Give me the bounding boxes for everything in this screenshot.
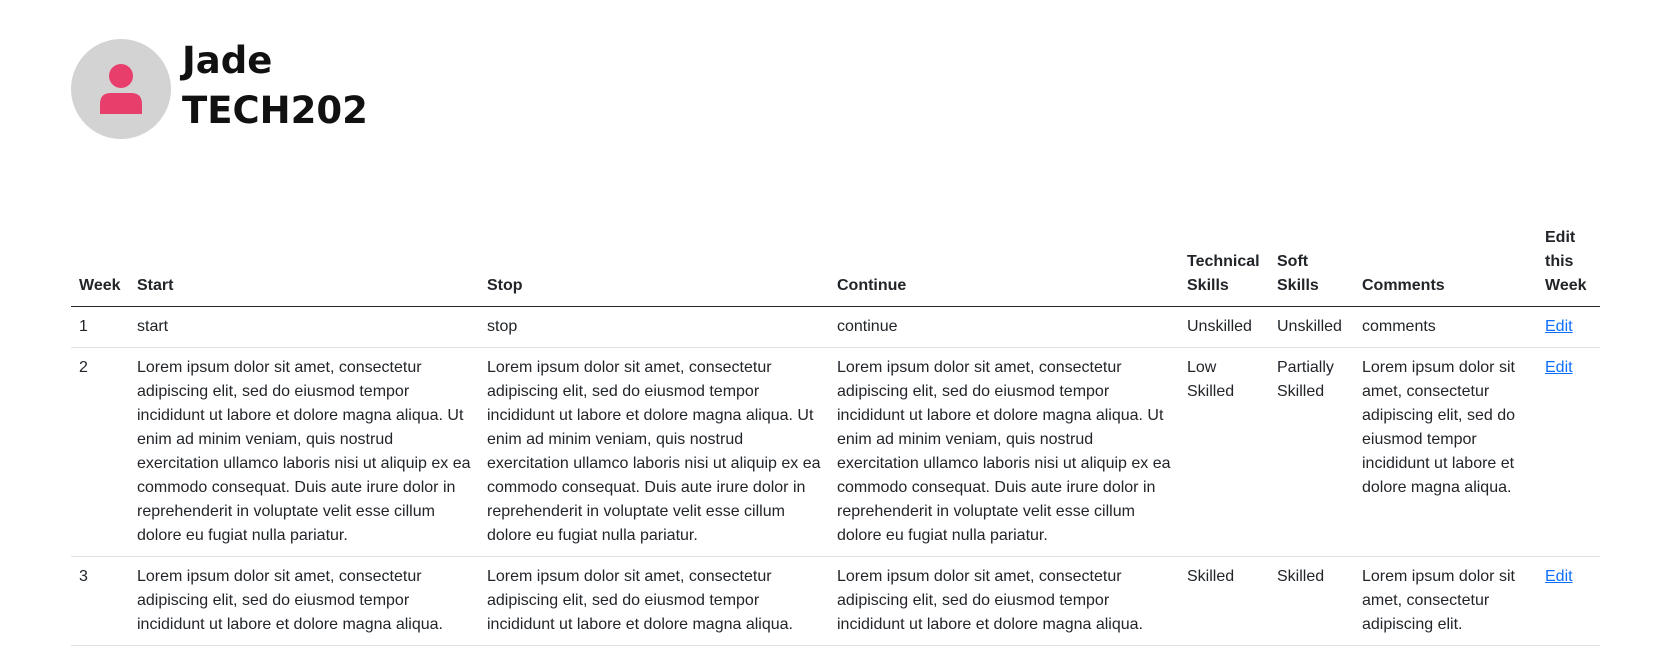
- column-header-technical-skills: Technical Skills: [1179, 226, 1269, 307]
- page: Jade TECH202 Week Start Stop Continue Te…: [0, 0, 1659, 655]
- comments-cell: comments: [1354, 306, 1537, 348]
- start-cell: start: [129, 306, 479, 348]
- edit-week-link[interactable]: Edit: [1545, 318, 1573, 335]
- comments-cell: Lorem ipsum dolor sit amet, consectetur …: [1354, 556, 1537, 646]
- edit-week-link[interactable]: Edit: [1545, 568, 1573, 585]
- soft-skills-cell: Skilled: [1269, 556, 1354, 646]
- continue-cell: Lorem ipsum dolor sit amet, consectetur …: [829, 556, 1179, 646]
- stop-cell: Lorem ipsum dolor sit amet, consectetur …: [479, 556, 829, 646]
- technical-skills-cell: Unskilled: [1179, 306, 1269, 348]
- profile-header: Jade TECH202: [71, 39, 368, 139]
- week-cell: 2: [71, 347, 129, 557]
- avatar: [71, 39, 171, 139]
- weekly-feedback-table: Week Start Stop Continue Technical Skill…: [71, 226, 1600, 646]
- stop-cell: stop: [479, 306, 829, 348]
- weekly-feedback-table-container: Week Start Stop Continue Technical Skill…: [71, 226, 1600, 646]
- edit-cell: Edit: [1537, 347, 1600, 557]
- comments-cell: Lorem ipsum dolor sit amet, consectetur …: [1354, 347, 1537, 557]
- start-cell: Lorem ipsum dolor sit amet, consectetur …: [129, 347, 479, 557]
- user-icon: [100, 64, 142, 114]
- table-row: 2 Lorem ipsum dolor sit amet, consectetu…: [71, 347, 1600, 557]
- table-row: 3 Lorem ipsum dolor sit amet, consectetu…: [71, 556, 1600, 646]
- week-cell: 1: [71, 306, 129, 348]
- column-header-start: Start: [129, 226, 479, 307]
- soft-skills-cell: Unskilled: [1269, 306, 1354, 348]
- continue-cell: Lorem ipsum dolor sit amet, consectetur …: [829, 347, 1179, 557]
- column-header-continue: Continue: [829, 226, 1179, 307]
- profile-text: Jade TECH202: [182, 36, 368, 136]
- student-name: Jade: [182, 39, 273, 82]
- edit-week-link[interactable]: Edit: [1545, 359, 1573, 376]
- soft-skills-cell: Partially Skilled: [1269, 347, 1354, 557]
- header-row: Week Start Stop Continue Technical Skill…: [71, 226, 1600, 307]
- technical-skills-cell: Skilled: [1179, 556, 1269, 646]
- start-cell: Lorem ipsum dolor sit amet, consectetur …: [129, 556, 479, 646]
- edit-cell: Edit: [1537, 556, 1600, 646]
- table-row: 1 start stop continue Unskilled Unskille…: [71, 306, 1600, 348]
- stop-cell: Lorem ipsum dolor sit amet, consectetur …: [479, 347, 829, 557]
- edit-cell: Edit: [1537, 306, 1600, 348]
- continue-cell: continue: [829, 306, 1179, 348]
- column-header-comments: Comments: [1354, 226, 1537, 307]
- column-header-edit-this-week: Edit this Week: [1537, 226, 1600, 307]
- table-body: 1 start stop continue Unskilled Unskille…: [71, 306, 1600, 646]
- column-header-stop: Stop: [479, 226, 829, 307]
- table-header: Week Start Stop Continue Technical Skill…: [71, 226, 1600, 307]
- column-header-soft-skills: Soft Skills: [1269, 226, 1354, 307]
- week-cell: 3: [71, 556, 129, 646]
- column-header-week: Week: [71, 226, 129, 307]
- technical-skills-cell: Low Skilled: [1179, 347, 1269, 557]
- course-code: TECH202: [182, 89, 368, 132]
